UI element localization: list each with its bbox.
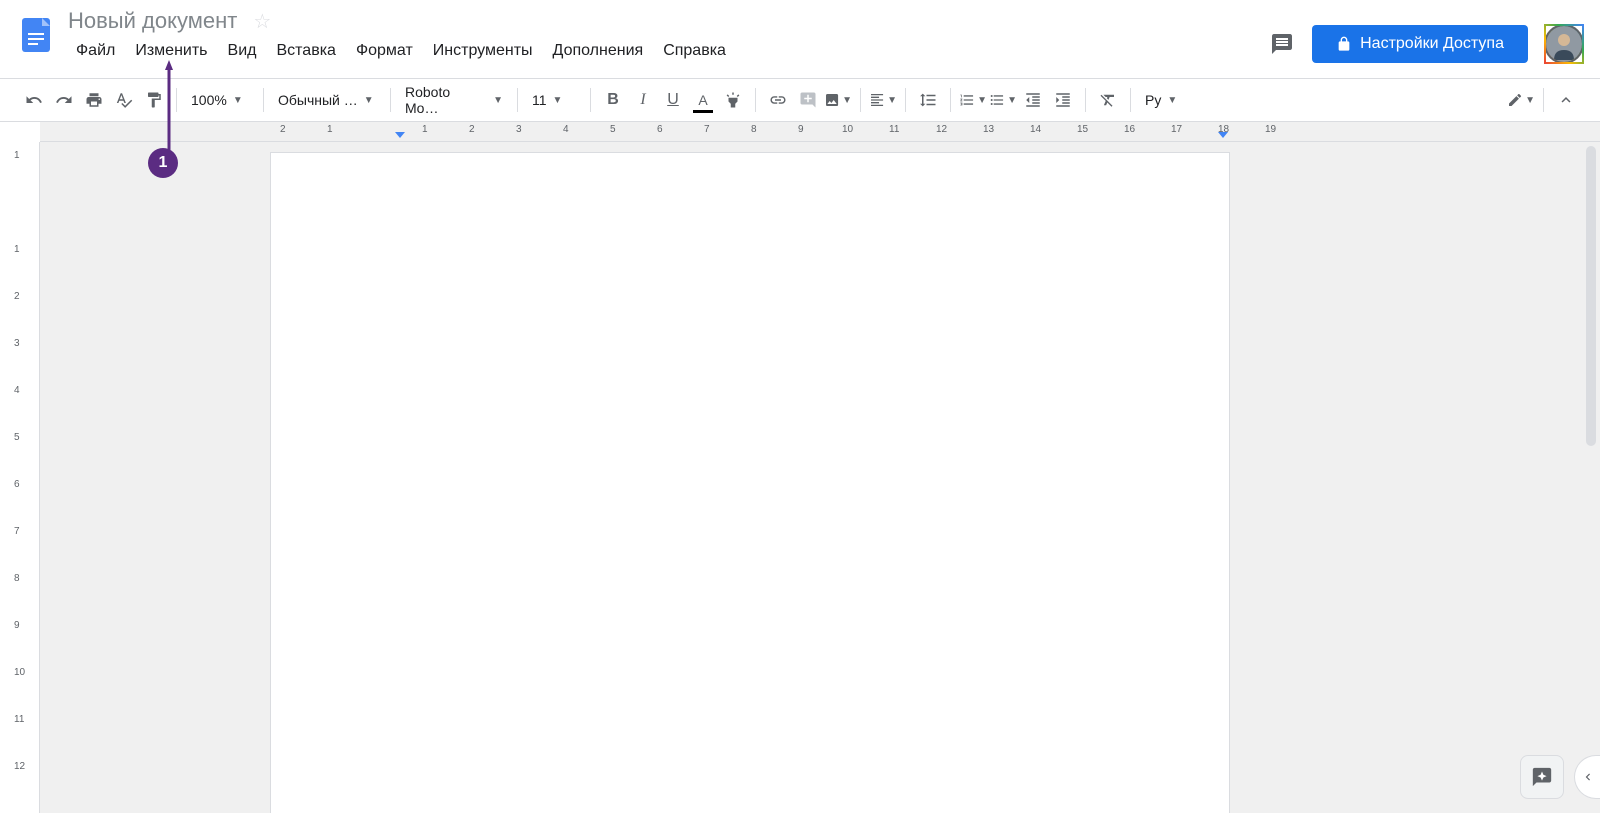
menu-addons[interactable]: Дополнения: [545, 38, 652, 64]
paragraph-style-dropdown[interactable]: Обычный …▼: [272, 88, 382, 112]
underline-button[interactable]: U: [659, 86, 687, 114]
bold-button[interactable]: B: [599, 86, 627, 114]
print-button[interactable]: [80, 86, 108, 114]
fontsize-dropdown[interactable]: 11▼: [526, 88, 582, 112]
text-color-button[interactable]: A: [689, 86, 717, 114]
menubar: Файл Изменить Вид Вставка Формат Инструм…: [68, 38, 1268, 64]
insert-image-button[interactable]: ▼: [824, 86, 852, 114]
clear-formatting-button[interactable]: [1094, 86, 1122, 114]
align-button[interactable]: ▼: [869, 86, 897, 114]
editing-mode-button[interactable]: ▼: [1507, 86, 1535, 114]
share-button-label: Настройки Доступа: [1360, 35, 1504, 53]
vertical-scrollbar[interactable]: [1586, 146, 1596, 446]
menu-edit[interactable]: Изменить: [127, 38, 215, 64]
redo-button[interactable]: [50, 86, 78, 114]
document-page[interactable]: [270, 152, 1230, 813]
font-dropdown[interactable]: Roboto Mo…▼: [399, 80, 509, 120]
line-spacing-button[interactable]: [914, 86, 942, 114]
increase-indent-button[interactable]: [1049, 86, 1077, 114]
numbered-list-button[interactable]: ▼: [959, 86, 987, 114]
comments-button[interactable]: [1268, 30, 1296, 58]
vertical-ruler[interactable]: 1 1 2 3 4 5 6 7 8 9 10 11 12: [0, 142, 40, 813]
docs-app-icon[interactable]: [16, 14, 56, 54]
toolbar: 100%▼ Обычный …▼ Roboto Mo…▼ 11▼ B I U A…: [0, 78, 1600, 122]
share-button[interactable]: Настройки Доступа: [1312, 25, 1528, 63]
paint-format-button[interactable]: [140, 86, 168, 114]
decrease-indent-button[interactable]: [1019, 86, 1047, 114]
insert-link-button[interactable]: [764, 86, 792, 114]
spellcheck-button[interactable]: [110, 86, 138, 114]
user-avatar[interactable]: [1544, 24, 1584, 64]
menu-help[interactable]: Справка: [655, 38, 734, 64]
indent-left-marker[interactable]: [395, 132, 405, 138]
star-icon[interactable]: ☆: [253, 9, 271, 34]
horizontal-ruler[interactable]: 2 1 1 2 3 4 5 6 7 8 9 10 11 12 13 14 15 …: [40, 122, 1600, 142]
document-canvas[interactable]: [40, 142, 1600, 813]
italic-button[interactable]: I: [629, 86, 657, 114]
collapse-toolbar-button[interactable]: [1552, 86, 1580, 114]
menu-view[interactable]: Вид: [220, 38, 265, 64]
menu-tools[interactable]: Инструменты: [425, 38, 541, 64]
highlight-button[interactable]: [719, 86, 747, 114]
indent-right-marker[interactable]: [1218, 132, 1228, 138]
zoom-dropdown[interactable]: 100%▼: [185, 88, 255, 112]
undo-button[interactable]: [20, 86, 48, 114]
explore-button[interactable]: [1520, 755, 1564, 799]
menu-format[interactable]: Формат: [348, 38, 421, 64]
input-tools-button[interactable]: Ру▼: [1139, 88, 1189, 112]
menu-file[interactable]: Файл: [68, 38, 123, 64]
bulleted-list-button[interactable]: ▼: [989, 86, 1017, 114]
document-title[interactable]: Новый документ: [68, 8, 237, 34]
insert-comment-button[interactable]: [794, 86, 822, 114]
menu-insert[interactable]: Вставка: [268, 38, 343, 64]
